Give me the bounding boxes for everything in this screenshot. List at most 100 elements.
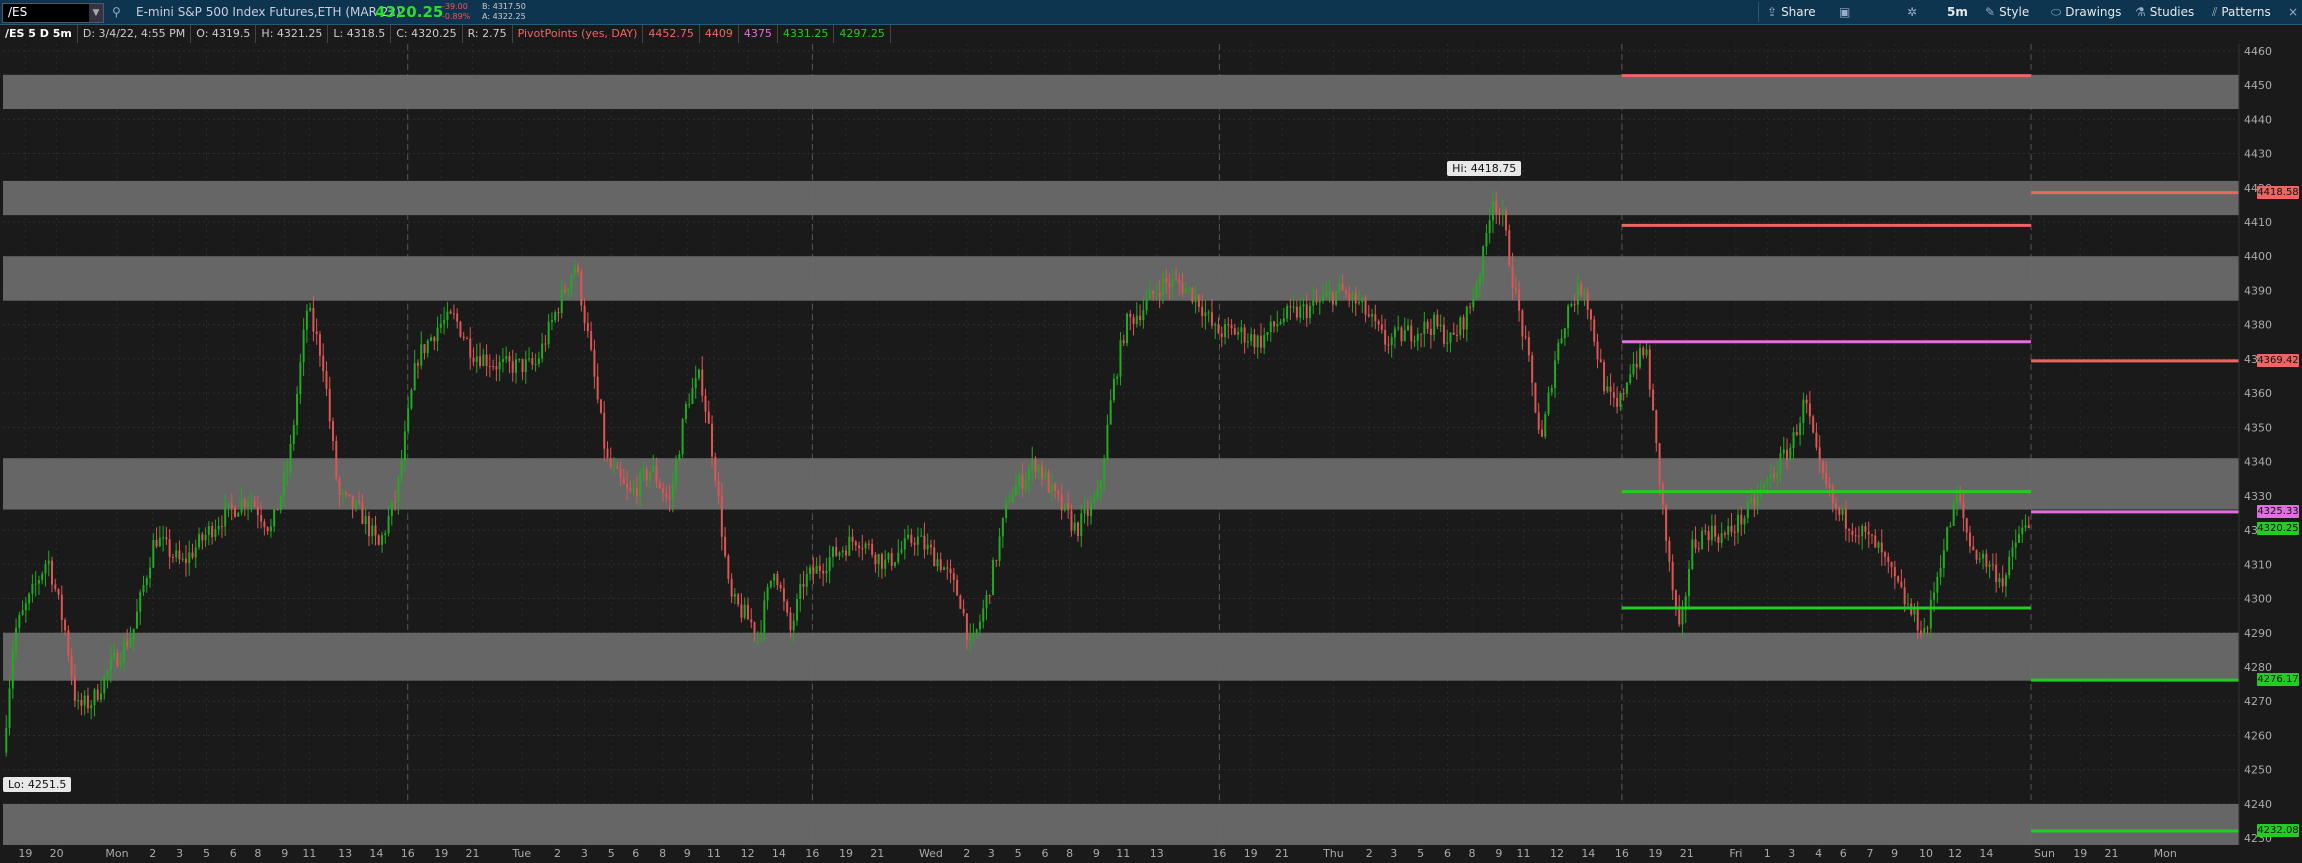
candle-body <box>678 454 681 461</box>
price-chart[interactable]: 4460445044404430442044104400439043804370… <box>0 0 2302 863</box>
time-tick-label: 3 <box>1788 847 1795 860</box>
candle-body <box>1929 599 1932 629</box>
candle-body <box>1691 539 1694 569</box>
high-annotation: Hi: 4418.75 <box>1447 161 1522 177</box>
candle-body <box>1328 292 1331 294</box>
candle-body <box>1341 283 1344 291</box>
candle-body <box>848 536 851 556</box>
candle-body <box>1250 334 1253 342</box>
time-tick-label: 16 <box>1212 847 1226 860</box>
candle-body <box>1488 220 1491 234</box>
candle-body <box>410 389 413 409</box>
candle-body <box>220 526 223 528</box>
price-tag: 4418.58 <box>2257 185 2299 199</box>
toolbar-divider <box>1758 2 1759 22</box>
candle-body <box>1501 211 1504 215</box>
candle-body <box>309 307 312 311</box>
time-tick-label: 11 <box>1516 847 1530 860</box>
candle-body <box>423 344 426 354</box>
candle-body <box>1763 483 1766 489</box>
candle-body <box>603 412 606 449</box>
candle-body <box>1086 508 1089 516</box>
link-icon[interactable]: ⚲ <box>112 5 121 19</box>
drawings-button[interactable]: ⬭ Drawings <box>2051 3 2121 21</box>
studies-button[interactable]: ⚗ Studies <box>2135 3 2194 21</box>
style-icon: ✎ <box>1985 5 1996 19</box>
candle-body <box>456 313 459 322</box>
symbol-selector[interactable]: /ES ▼ <box>2 3 104 23</box>
candle-body <box>880 554 883 569</box>
time-tick-label: Mon <box>2154 847 2177 860</box>
candle-body <box>505 356 508 360</box>
candle-body <box>482 354 485 366</box>
timeframe-button[interactable]: 5m <box>1947 3 1968 21</box>
candle-body <box>21 610 24 615</box>
candle-body <box>1638 347 1641 368</box>
pivot-value-s2: 4297.25 <box>834 25 891 43</box>
candle-body <box>665 493 668 497</box>
candle-body <box>37 580 40 584</box>
candle-body <box>1612 392 1615 398</box>
price-tick-label: 4380 <box>2244 319 2272 332</box>
chart-title: /ES 5 D 5m <box>0 25 78 43</box>
candle-body <box>1563 328 1566 339</box>
style-button[interactable]: ✎ Style <box>1985 3 2029 21</box>
candle-body <box>34 583 37 585</box>
settings-button[interactable]: ✲ <box>1907 3 1921 21</box>
candle-body <box>1099 481 1102 490</box>
candle-body <box>1782 449 1785 454</box>
candle-body <box>874 554 877 565</box>
candle-body <box>1008 501 1011 503</box>
time-tick-label: 13 <box>338 847 352 860</box>
candle-body <box>887 553 890 560</box>
candle-body <box>1665 505 1668 541</box>
candle-body <box>198 534 201 548</box>
candle-body <box>1060 494 1063 511</box>
candle-body <box>485 354 488 366</box>
symbol-input[interactable]: /ES <box>8 5 27 19</box>
candle-body <box>283 472 286 496</box>
candle-body <box>1031 459 1034 471</box>
study-label[interactable]: PivotPoints (yes, DAY) <box>513 25 644 43</box>
candle-body <box>1959 494 1962 502</box>
candle-body <box>1567 306 1570 329</box>
candle-body <box>557 312 560 314</box>
snapshot-button[interactable]: ▣ <box>1839 3 1854 21</box>
candle-body <box>792 620 795 631</box>
candle-body <box>1802 399 1805 423</box>
candle-body <box>972 633 975 636</box>
candle-body <box>746 604 749 620</box>
candle-body <box>1158 293 1161 296</box>
candle-body <box>1887 556 1890 562</box>
candle-body <box>155 540 158 547</box>
candle-body <box>1214 324 1217 326</box>
candle-body <box>201 534 204 541</box>
candle-body <box>299 362 302 395</box>
price-tick-label: 4240 <box>2244 798 2272 811</box>
candle-body <box>910 534 913 543</box>
candle-body <box>995 560 998 562</box>
candle-body <box>1093 498 1096 503</box>
candle-body <box>1478 275 1481 285</box>
candle-body <box>1024 479 1027 489</box>
candle-body <box>720 495 723 537</box>
candle-body <box>1831 487 1834 504</box>
candle-body <box>243 499 246 507</box>
candle-body <box>1446 342 1449 344</box>
candle-body <box>537 358 540 364</box>
candle-body <box>534 363 537 365</box>
candle-body <box>1955 494 1958 504</box>
share-button[interactable]: ⇪ Share <box>1767 3 1816 21</box>
candle-body <box>1207 312 1210 314</box>
patterns-button[interactable]: ⫽ Patterns <box>2212 3 2271 21</box>
candle-body <box>907 534 910 539</box>
candle-body <box>1194 294 1197 302</box>
candle-body <box>743 604 746 618</box>
candle-body <box>1808 403 1811 417</box>
candle-body <box>766 587 769 601</box>
candle-body <box>1586 292 1589 310</box>
chevron-down-icon[interactable]: ▼ <box>89 4 103 22</box>
close-icon[interactable]: × <box>2288 3 2298 21</box>
candle-body <box>926 544 929 550</box>
candle-body <box>15 627 18 652</box>
